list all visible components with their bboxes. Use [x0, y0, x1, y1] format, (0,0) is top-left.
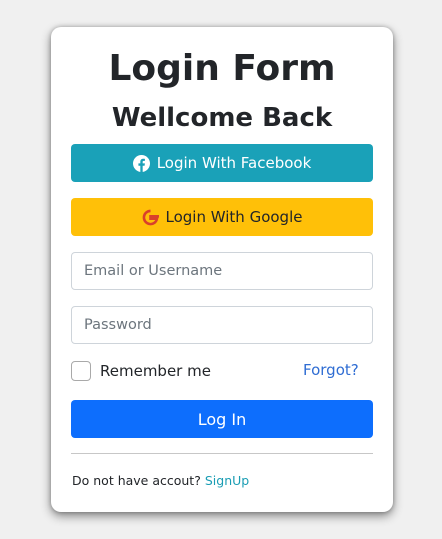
signup-prompt-text: Do not have accout? [72, 473, 201, 488]
signup-link[interactable]: SignUp [205, 473, 249, 488]
google-login-label: Login With Google [165, 208, 303, 226]
password-field[interactable] [71, 306, 373, 344]
google-login-button[interactable]: Login With Google [71, 198, 373, 236]
google-icon [142, 209, 159, 226]
facebook-login-button[interactable]: Login With Facebook [71, 144, 373, 182]
login-button[interactable]: Log In [71, 400, 373, 438]
signup-prompt: Do not have accout? SignUp [72, 473, 249, 488]
remember-me[interactable]: Remember me [71, 361, 211, 381]
facebook-icon [132, 154, 150, 172]
login-card: Login Form Wellcome Back Login With Face… [51, 27, 393, 512]
form-title: Login Form [108, 48, 336, 89]
form-subtitle: Wellcome Back [111, 103, 333, 133]
remember-checkbox[interactable] [71, 361, 91, 381]
email-field[interactable] [71, 252, 373, 290]
facebook-login-label: Login With Facebook [156, 154, 312, 172]
divider [71, 453, 373, 454]
remember-label: Remember me [100, 362, 211, 380]
forgot-password-link[interactable]: Forgot? [303, 361, 359, 379]
